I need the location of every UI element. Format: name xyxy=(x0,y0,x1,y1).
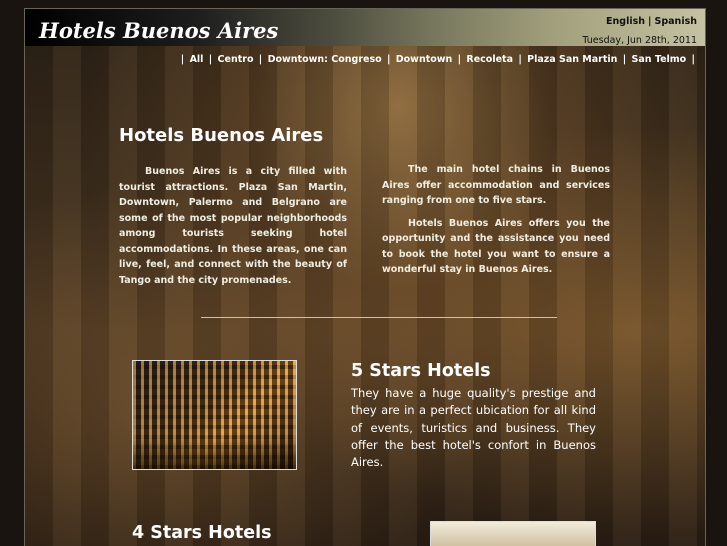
nav-separator: | xyxy=(622,54,627,65)
nav-separator: | xyxy=(518,54,522,65)
intro-paragraph: Hotels Buenos Aires offers you the oppor… xyxy=(382,217,610,276)
site-title[interactable]: Hotels Buenos Aires xyxy=(39,18,278,43)
intro-title: Hotels Buenos Aires xyxy=(119,125,324,146)
nav-separator: | xyxy=(180,54,185,65)
header-bar: Hotels Buenos Aires English | Spanish Tues… xyxy=(25,9,705,46)
page-frame: Hotels Buenos Aires English | Spanish Tues… xyxy=(24,8,706,546)
lang-separator: | xyxy=(648,16,652,27)
current-date: Tuesday, Jun 28th, 2011 xyxy=(582,35,697,46)
nav-item-san-telmo[interactable]: San Telmo xyxy=(632,54,687,65)
nav-separator: | xyxy=(691,54,695,65)
lang-spanish-link[interactable]: Spanish xyxy=(655,16,698,27)
nav-item-downtown[interactable]: Downtown xyxy=(396,54,453,65)
five-stars-title[interactable]: 5 Stars Hotels xyxy=(351,361,491,381)
intro-column-right: The main hotel chains in Buenos Aires of… xyxy=(382,162,610,278)
nav-separator: | xyxy=(208,54,213,65)
five-stars-description: They have a huge quality's prestige and … xyxy=(351,386,596,470)
nav-item-downtown-congreso[interactable]: Downtown: Congreso xyxy=(268,54,382,65)
nav-item-plaza-san-martin[interactable]: Plaza San Martin xyxy=(527,54,617,65)
intro-paragraph: The main hotel chains in Buenos Aires of… xyxy=(382,164,610,206)
five-star-hotel-photo[interactable] xyxy=(132,360,297,470)
nav-separator: | xyxy=(258,54,263,65)
intro-column-left: Buenos Aires is a city filled with touri… xyxy=(119,164,347,288)
lang-english-link[interactable]: English xyxy=(606,16,645,27)
section-divider xyxy=(201,317,557,318)
nav-item-centro[interactable]: Centro xyxy=(218,54,254,65)
nav-separator: | xyxy=(457,54,462,65)
neighborhood-nav: | All | Centro | Downtown: Congreso | Do… xyxy=(179,54,697,65)
language-switcher: English | Spanish xyxy=(606,16,697,27)
nav-item-all[interactable]: All xyxy=(190,54,204,65)
four-stars-title[interactable]: 4 Stars Hotels xyxy=(132,523,272,543)
nav-separator: | xyxy=(386,54,391,65)
four-star-hotel-photo[interactable] xyxy=(430,521,596,546)
intro-paragraph: Buenos Aires is a city filled with touri… xyxy=(119,166,347,286)
nav-item-recoleta[interactable]: Recoleta xyxy=(466,54,513,65)
